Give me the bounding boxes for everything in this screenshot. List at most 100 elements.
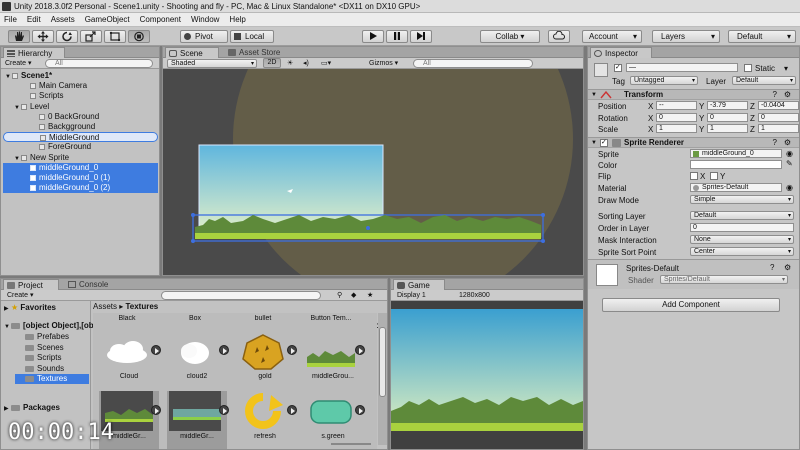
hierarchy-item[interactable]: ▼ New Sprite — [3, 153, 158, 163]
asset-item[interactable]: gold — [235, 331, 297, 393]
object-name-field[interactable]: — — [626, 63, 738, 72]
hierarchy-item[interactable]: ▼ Level — [3, 102, 158, 112]
axis-label-x[interactable]: X — [648, 125, 653, 134]
shader-dropdown[interactable]: Sprites/Default — [660, 275, 788, 284]
hierarchy-item[interactable]: Scripts — [3, 91, 158, 101]
expand-sprite-icon[interactable] — [151, 345, 161, 355]
transform-header[interactable]: ▼ Transform ? ⚙ — [588, 89, 799, 100]
2d-toggle[interactable]: 2D — [263, 58, 281, 68]
axis-label-x[interactable]: X — [648, 102, 653, 111]
breadcrumb-assets[interactable]: Assets — [93, 302, 117, 311]
transform-scale-y-field[interactable]: 1 — [707, 124, 748, 133]
project-folder-item[interactable]: Scenes — [15, 343, 89, 353]
transform-tool-button[interactable] — [128, 30, 150, 43]
expand-sprite-icon[interactable] — [355, 405, 365, 415]
transform-rotation-z-field[interactable]: 0 — [758, 112, 799, 122]
expand-sprite-icon[interactable] — [287, 405, 297, 415]
material-field[interactable]: Sprites-Default — [690, 183, 782, 192]
layout-dropdown[interactable]: Default ▾ — [728, 30, 796, 43]
audio-toggle-icon[interactable]: ◂) — [303, 59, 309, 68]
tab-console[interactable]: Console — [65, 279, 123, 290]
transform-position-y-field[interactable]: -3.79 — [707, 101, 748, 110]
game-viewport[interactable] — [391, 301, 583, 449]
axis-label-y[interactable]: Y — [699, 125, 704, 134]
asset-scrollbar-thumb[interactable] — [379, 327, 386, 397]
menu-help[interactable]: Help — [229, 15, 245, 24]
add-component-button[interactable]: Add Component — [602, 298, 780, 312]
asset-item[interactable]: s.green — [303, 391, 365, 449]
menu-component[interactable]: Component — [140, 15, 181, 24]
sprite-field[interactable]: middleGround_0 — [690, 149, 782, 158]
account-dropdown[interactable]: Account ▾ — [582, 30, 642, 43]
sprite-renderer-enabled-checkbox[interactable]: ✓ — [600, 139, 608, 147]
hierarchy-item[interactable]: MiddleGround — [3, 132, 158, 143]
display-dropdown[interactable]: Display 1 — [397, 291, 426, 300]
tab-game[interactable]: Game — [393, 279, 445, 290]
static-dropdown-arrow[interactable]: ▾ — [784, 64, 788, 73]
scale-tool-button[interactable] — [80, 30, 102, 43]
eyedropper-icon[interactable]: ✎ — [786, 159, 793, 168]
axis-label-y[interactable]: Y — [699, 114, 704, 123]
layer-dropdown[interactable]: Default — [732, 76, 796, 85]
project-folder-item[interactable]: Textures — [15, 374, 89, 384]
asset-item[interactable]: middleGrou... — [303, 331, 365, 393]
project-create-button[interactable]: Create ▾ — [7, 291, 33, 300]
hierarchy-search-input[interactable]: All — [45, 59, 153, 68]
transform-scale-z-field[interactable]: 1 — [758, 124, 799, 133]
sprite-picker-icon[interactable]: ◉ — [786, 149, 793, 158]
transform-position-x-field[interactable]: -- — [656, 101, 697, 110]
scene-search-input[interactable]: All — [413, 59, 533, 68]
hand-tool-button[interactable] — [8, 30, 30, 43]
asset-item[interactable]: middleGr... — [167, 391, 229, 449]
rotate-tool-button[interactable] — [56, 30, 78, 43]
asset-item[interactable]: cloud2 — [167, 331, 229, 393]
pause-button[interactable] — [386, 30, 408, 43]
tab-hierarchy[interactable]: Hierarchy — [3, 47, 65, 58]
resolution-dropdown[interactable]: 1280x800 — [459, 291, 490, 300]
collab-dropdown[interactable]: Collab ▾ — [480, 30, 540, 43]
packages-node[interactable]: ▶ Packages — [4, 403, 60, 413]
effects-toggle-icon[interactable]: ▭▾ — [321, 59, 331, 68]
order-in-layer-field[interactable]: 0 — [690, 223, 794, 232]
hierarchy-item[interactable]: middleGround_0 — [3, 162, 158, 173]
hierarchy-item[interactable]: middleGround_0 (1) — [3, 173, 158, 183]
hierarchy-item[interactable]: ForeGround — [3, 142, 158, 152]
local-toggle[interactable]: Local — [230, 30, 274, 43]
sprite-renderer-help-icon[interactable]: ? — [773, 138, 777, 148]
hierarchy-item[interactable]: middleGround_0 (2) — [3, 183, 158, 194]
gizmos-dropdown[interactable]: Gizmos ▾ — [369, 59, 398, 68]
tag-dropdown[interactable]: Untagged — [630, 76, 698, 85]
thumbnail-size-slider[interactable] — [331, 443, 371, 445]
static-checkbox[interactable] — [744, 64, 752, 72]
asset-label[interactable]: Box — [165, 315, 225, 322]
menu-assets[interactable]: Assets — [51, 15, 75, 24]
transform-scale-x-field[interactable]: 1 — [656, 124, 697, 133]
tab-scene[interactable]: Scene — [165, 47, 219, 58]
expand-sprite-icon[interactable] — [219, 405, 229, 415]
project-folder-item[interactable]: Sounds — [15, 364, 89, 374]
tab-inspector[interactable]: Inspector — [590, 47, 652, 58]
sorting-layer-dropdown[interactable]: Default — [690, 211, 794, 220]
asset-item[interactable]: refresh — [235, 391, 297, 449]
tab-asset-store[interactable]: Asset Store — [225, 47, 305, 58]
expand-sprite-icon[interactable] — [355, 345, 365, 355]
hierarchy-item[interactable]: Backgground — [3, 122, 158, 132]
hierarchy-item[interactable]: 0 BackGround — [3, 112, 158, 122]
shading-mode-dropdown[interactable]: Shaded — [167, 59, 257, 68]
axis-label-x[interactable]: X — [648, 114, 653, 123]
scene-canvas[interactable] — [163, 47, 583, 275]
transform-rotation-y-field[interactable]: 0 — [707, 112, 748, 122]
expand-sprite-icon[interactable] — [151, 405, 161, 415]
filter-label-icon[interactable]: ◆ — [351, 291, 356, 300]
transform-help-icon[interactable]: ? — [773, 90, 777, 100]
pivot-toggle[interactable]: Pivot — [180, 30, 228, 43]
breadcrumb-textures[interactable]: Textures — [125, 302, 158, 311]
cloud-button[interactable] — [548, 30, 570, 43]
rect-tool-button[interactable] — [104, 30, 126, 43]
asset-label[interactable]: Black — [97, 315, 157, 322]
sprite-renderer-header[interactable]: ▼ ✓ Sprite Renderer ? ⚙ — [588, 137, 799, 148]
transform-position-z-field[interactable]: -0.0404 — [758, 101, 799, 110]
draw-mode-dropdown[interactable]: Simple — [690, 195, 794, 204]
axis-label-z[interactable]: Z — [750, 102, 755, 111]
axis-label-z[interactable]: Z — [750, 114, 755, 123]
